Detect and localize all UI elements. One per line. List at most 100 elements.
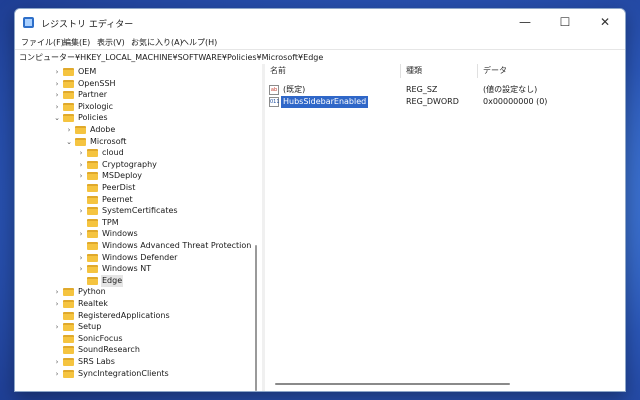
chevron-right-icon[interactable]: › — [77, 252, 85, 264]
value-name[interactable]: (既定) — [281, 84, 307, 96]
tree-item[interactable]: Edge — [15, 274, 251, 287]
chevron-right-icon[interactable]: › — [53, 321, 61, 333]
maximize-button[interactable]: ☐ — [545, 9, 585, 35]
tree-item-label[interactable]: PeerDist — [101, 182, 136, 194]
tree-item[interactable]: › Windows — [15, 228, 251, 240]
menu-favorites[interactable]: お気に入り(A) — [131, 37, 183, 48]
tree-item[interactable]: › Cryptography — [15, 159, 251, 171]
tree-vertical-scrollbar[interactable] — [252, 64, 260, 391]
address-bar[interactable]: コンピューター¥HKEY_LOCAL_MACHINE¥SOFTWARE¥Poli… — [15, 49, 625, 65]
tree-item-label[interactable]: Microsoft — [89, 136, 127, 148]
tree-item[interactable]: › SystemCertificates — [15, 205, 251, 217]
tree-item-label[interactable]: SystemCertificates — [101, 205, 179, 217]
chevron-right-icon[interactable] — [53, 310, 61, 322]
chevron-right-icon[interactable] — [53, 333, 61, 345]
tree-item[interactable]: SoundResearch — [15, 344, 251, 356]
menu-view[interactable]: 表示(V) — [97, 37, 125, 48]
tree-item[interactable]: › Windows NT — [15, 263, 251, 275]
address-path[interactable]: コンピューター¥HKEY_LOCAL_MACHINE¥SOFTWARE¥Poli… — [19, 52, 323, 63]
tree-item[interactable]: ⌄ Microsoft — [15, 136, 251, 148]
tree-item[interactable]: › OEM — [15, 66, 251, 78]
tree-item[interactable]: › SyncIntegrationClients — [15, 368, 251, 380]
menu-edit[interactable]: 編集(E) — [63, 37, 90, 48]
tree-item-label[interactable]: MSDeploy — [101, 170, 143, 182]
tree-item-label[interactable]: cloud — [101, 147, 125, 159]
tree-item-label[interactable]: Windows Advanced Threat Protection — [101, 240, 252, 252]
column-header-name[interactable]: 名前 — [265, 64, 401, 78]
chevron-right-icon[interactable]: › — [53, 89, 61, 101]
list-horizontal-scrollbar[interactable] — [275, 383, 510, 385]
chevron-right-icon[interactable]: › — [77, 147, 85, 159]
chevron-right-icon[interactable]: › — [53, 286, 61, 298]
tree-item[interactable]: › Windows Defender — [15, 252, 251, 264]
chevron-right-icon[interactable]: › — [77, 170, 85, 182]
chevron-right-icon[interactable]: › — [53, 101, 61, 113]
tree-item-label[interactable]: Setup — [77, 321, 102, 333]
key-tree[interactable]: › OEM › OpenSSH › Partner › Pixologic ⌄ Policies ›… — [15, 64, 263, 391]
tree-item-label[interactable]: SonicFocus — [77, 333, 124, 345]
chevron-right-icon[interactable]: › — [77, 205, 85, 217]
tree-item[interactable]: › cloud — [15, 147, 251, 159]
tree-item-label[interactable]: TPM — [101, 217, 120, 229]
value-list[interactable]: 名前 種類 データ ab (既定) REG_SZ (値の設定なし) 011 HubsSid… — [265, 64, 625, 391]
tree-item-label[interactable]: SyncIntegrationClients — [77, 368, 170, 380]
tree-item[interactable]: › MSDeploy — [15, 170, 251, 182]
chevron-right-icon[interactable]: › — [65, 124, 73, 136]
tree-item[interactable]: Windows Advanced Threat Protection — [15, 240, 251, 252]
tree-item[interactable]: › SRS Labs — [15, 356, 251, 368]
tree-item[interactable]: › Partner — [15, 89, 251, 101]
tree-item-label[interactable]: Windows — [101, 228, 139, 240]
tree-item-label[interactable]: Realtek — [77, 298, 109, 310]
value-row[interactable]: ab (既定) REG_SZ (値の設定なし) — [265, 84, 625, 96]
tree-item-label[interactable]: SRS Labs — [77, 356, 116, 368]
chevron-right-icon[interactable]: › — [53, 298, 61, 310]
tree-item[interactable]: › Python — [15, 286, 251, 298]
tree-item[interactable]: ⌄ Policies — [15, 112, 251, 124]
chevron-right-icon[interactable] — [53, 344, 61, 356]
tree-item-label[interactable]: Edge — [101, 274, 124, 287]
chevron-right-icon[interactable] — [77, 217, 85, 229]
chevron-right-icon[interactable]: › — [53, 66, 61, 78]
tree-item[interactable]: › Adobe — [15, 124, 251, 136]
tree-item[interactable]: RegisteredApplications — [15, 310, 251, 322]
tree-item-label[interactable]: Adobe — [89, 124, 116, 136]
chevron-right-icon[interactable]: › — [77, 159, 85, 171]
value-name[interactable]: HubsSidebarEnabled — [279, 95, 370, 109]
chevron-down-icon[interactable]: ⌄ — [65, 136, 73, 148]
tree-item-label[interactable]: OEM — [77, 66, 97, 78]
tree-item-label[interactable]: Windows NT — [101, 263, 152, 275]
chevron-down-icon[interactable]: ⌄ — [53, 112, 61, 124]
chevron-right-icon[interactable] — [77, 182, 85, 194]
tree-item[interactable]: TPM — [15, 217, 251, 229]
close-button[interactable]: ✕ — [585, 9, 625, 35]
menu-file[interactable]: ファイル(F) — [21, 37, 64, 48]
tree-item[interactable]: › Realtek — [15, 298, 251, 310]
chevron-right-icon[interactable]: › — [77, 263, 85, 275]
column-header-type[interactable]: 種類 — [401, 64, 478, 78]
minimize-button[interactable]: — — [505, 9, 545, 35]
tree-item-label[interactable]: Partner — [77, 89, 108, 101]
chevron-right-icon[interactable]: › — [77, 228, 85, 240]
column-header-data[interactable]: データ — [478, 64, 625, 78]
tree-item-label[interactable]: Peernet — [101, 194, 134, 206]
value-row[interactable]: 011 HubsSidebarEnabled REG_DWORD 0x00000000… — [265, 95, 625, 109]
tree-item[interactable]: PeerDist — [15, 182, 251, 194]
tree-scroll-thumb[interactable] — [255, 245, 257, 391]
tree-item-label[interactable]: Windows Defender — [101, 252, 178, 264]
tree-item[interactable]: Peernet — [15, 194, 251, 206]
tree-item-label[interactable]: Policies — [77, 112, 109, 124]
tree-item-label[interactable]: Pixologic — [77, 101, 114, 113]
tree-item[interactable]: › Setup — [15, 321, 251, 333]
tree-item-label[interactable]: RegisteredApplications — [77, 310, 171, 322]
chevron-right-icon[interactable] — [77, 194, 85, 206]
tree-item-label[interactable]: SoundResearch — [77, 344, 141, 356]
tree-item-label[interactable]: Python — [77, 286, 107, 298]
chevron-right-icon[interactable] — [77, 275, 85, 287]
chevron-right-icon[interactable]: › — [53, 356, 61, 368]
tree-item[interactable]: › Pixologic — [15, 101, 251, 113]
menu-help[interactable]: ヘルプ(H) — [181, 37, 217, 48]
chevron-right-icon[interactable]: › — [53, 368, 61, 380]
tree-item[interactable]: SonicFocus — [15, 333, 251, 345]
chevron-right-icon[interactable]: › — [53, 78, 61, 90]
tree-item[interactable]: › OpenSSH — [15, 78, 251, 90]
